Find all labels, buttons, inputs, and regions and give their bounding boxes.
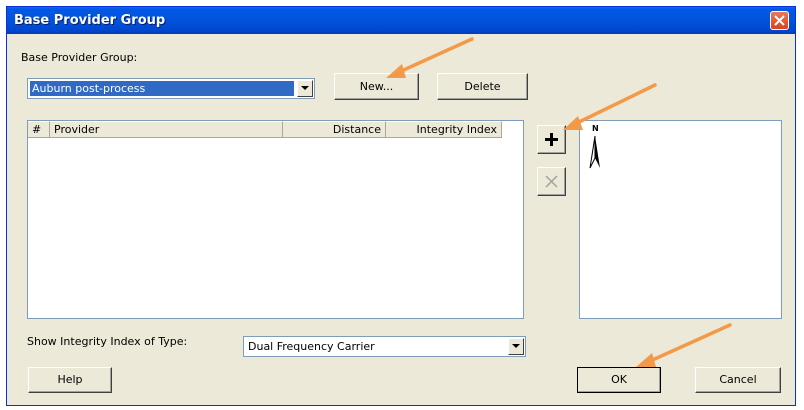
base-provider-group-dialog: Base Provider Group Base Provider Group:… (6, 6, 796, 406)
help-button-label: Help (57, 373, 83, 386)
column-header-number[interactable]: # (28, 121, 50, 138)
integrity-type-value: Dual Frequency Carrier (248, 340, 375, 353)
base-provider-group-value: Auburn post-process (30, 81, 294, 96)
delete-button-label: Delete (464, 80, 501, 93)
delete-button[interactable]: Delete (437, 73, 528, 100)
close-button[interactable] (770, 11, 789, 30)
column-header-distance[interactable]: Distance (283, 121, 386, 138)
new-button[interactable]: New... (334, 73, 419, 100)
help-button[interactable]: Help (28, 367, 112, 393)
x-icon (545, 175, 558, 188)
close-icon (774, 15, 785, 26)
title-bar[interactable]: Base Provider Group (7, 7, 795, 34)
column-header-provider[interactable]: Provider (50, 121, 283, 138)
provider-list[interactable]: # Provider Distance Integrity Index (27, 120, 524, 319)
dropdown-button[interactable] (297, 80, 313, 97)
provider-map[interactable]: N (579, 120, 782, 319)
ok-button-label: OK (611, 373, 627, 386)
window-title: Base Provider Group (14, 13, 166, 28)
base-provider-group-label: Base Provider Group: (21, 51, 138, 64)
remove-provider-button[interactable] (537, 167, 566, 196)
plus-icon (545, 133, 558, 146)
add-provider-button[interactable] (537, 125, 566, 154)
chevron-down-icon (512, 344, 520, 348)
provider-list-header: # Provider Distance Integrity Index (28, 121, 523, 138)
ok-button[interactable]: OK (577, 367, 661, 393)
dropdown-button[interactable] (508, 338, 524, 355)
cancel-button[interactable]: Cancel (695, 367, 781, 393)
north-arrow-icon (589, 135, 600, 169)
new-button-label: New... (359, 80, 394, 93)
integrity-type-label: Show Integrity Index of Type: (27, 335, 188, 348)
integrity-type-select[interactable]: Dual Frequency Carrier (243, 336, 526, 357)
chevron-down-icon (301, 86, 309, 90)
base-provider-group-select[interactable]: Auburn post-process (27, 78, 315, 99)
north-label: N (592, 124, 599, 133)
column-header-integrity-index[interactable]: Integrity Index (386, 121, 502, 138)
cancel-button-label: Cancel (719, 373, 757, 386)
